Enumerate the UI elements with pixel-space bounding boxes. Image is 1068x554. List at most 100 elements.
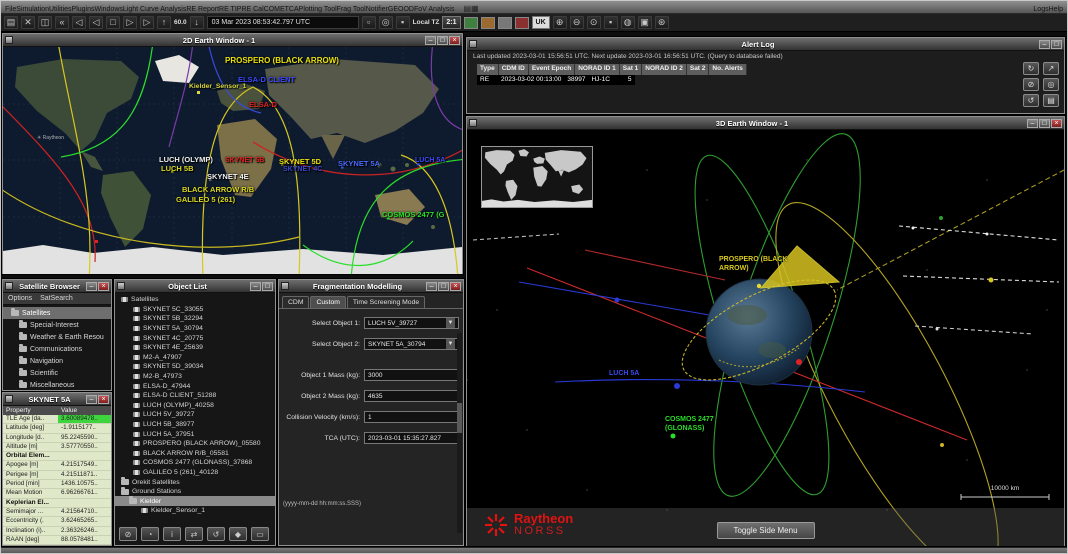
minimize-button[interactable]: – bbox=[1039, 40, 1050, 49]
scrollbar[interactable] bbox=[457, 333, 462, 533]
maximize-button[interactable]: □ bbox=[438, 282, 449, 291]
object-list-item[interactable]: SKYNET 4C_20775 bbox=[115, 333, 275, 343]
alert-action-button[interactable]: ⊘ bbox=[1023, 78, 1039, 91]
alert-log-titlebar[interactable]: Alert Log – □ bbox=[467, 38, 1064, 51]
menu-item[interactable]: Plotting Tool bbox=[299, 6, 337, 13]
object-list-item[interactable]: LUCH 5B_38977 bbox=[115, 420, 275, 430]
value-input[interactable]: 4635 bbox=[364, 390, 459, 402]
alert-table-row[interactable]: RE2023-03-02 00:13:0038997HJ-1C5 bbox=[477, 75, 635, 85]
object-select[interactable]: SKYNET 5A_30794 ▼ bbox=[364, 338, 459, 350]
object-list-titlebar[interactable]: Object List – □ bbox=[115, 280, 275, 293]
value-input[interactable]: 3000 bbox=[364, 369, 459, 381]
object-list-item[interactable]: ELSA-D CLIENT_51288 bbox=[115, 391, 275, 401]
close-button[interactable]: × bbox=[98, 282, 109, 291]
chevron-down-icon[interactable]: ▼ bbox=[446, 339, 455, 349]
view-icon[interactable]: ▣ bbox=[638, 16, 652, 29]
menu-item-right[interactable]: Logs bbox=[1033, 6, 1048, 13]
playback-icon[interactable]: ▷ bbox=[140, 16, 154, 29]
object-list-item[interactable]: SKYNET 5A_30794 bbox=[115, 324, 275, 334]
3d-earth-view[interactable]: PROSPERO (BLACK ARROW)LUCH 5ACOSMOS 2477… bbox=[467, 130, 1064, 546]
tab[interactable]: CDM bbox=[282, 296, 309, 308]
property-row[interactable]: Apogee [m] 4.21517549.. bbox=[3, 461, 111, 470]
scrollbar-thumb[interactable] bbox=[457, 403, 462, 433]
menu-item[interactable]: FoV Analysis bbox=[414, 6, 454, 13]
property-row[interactable]: Eccentricity (. 3.62465265.. bbox=[3, 517, 111, 526]
map-style-thumbnail[interactable] bbox=[515, 17, 529, 29]
menu-item[interactable]: Notifier bbox=[366, 6, 388, 13]
property-row-tle[interactable]: TLE Age [da.. 3.60089478.. bbox=[3, 415, 111, 424]
toolbar-toggle-icon[interactable]: ◎ bbox=[379, 16, 393, 29]
column-header[interactable]: Sat 1 bbox=[620, 64, 643, 75]
menu-item[interactable]: Plugins bbox=[72, 6, 95, 13]
tree-category[interactable]: Scientific bbox=[3, 367, 111, 379]
tree-category[interactable]: Weather & Earth Resou bbox=[3, 331, 111, 343]
object-list-tool-button[interactable]: ▭ bbox=[251, 527, 269, 541]
playback-icon[interactable]: ▷ bbox=[123, 16, 137, 29]
object-orekit-satellites[interactable]: Orekit Satellites bbox=[115, 477, 275, 487]
close-button[interactable]: × bbox=[1051, 119, 1062, 128]
minimize-button[interactable]: – bbox=[86, 282, 97, 291]
tree-category[interactable]: Navigation bbox=[3, 355, 111, 367]
map-style-thumbnail[interactable] bbox=[498, 17, 512, 29]
property-row[interactable]: Perigee [m] 4.21511871.. bbox=[3, 471, 111, 480]
satellite-browser-titlebar[interactable]: Satellite Browser – × bbox=[3, 280, 111, 293]
tab[interactable]: Custom bbox=[310, 296, 345, 308]
property-row[interactable]: Period [min] 1436.10575.. bbox=[3, 480, 111, 489]
minimize-button[interactable]: – bbox=[425, 36, 436, 45]
menu-item[interactable]: RE Cal bbox=[241, 6, 263, 13]
object-list-item[interactable]: ELSA-D_47944 bbox=[115, 381, 275, 391]
browser-menu-item[interactable]: SatSearch bbox=[40, 295, 73, 302]
object-select[interactable]: LUCH 5V_39727 ▼ bbox=[364, 317, 459, 329]
uk-region-button[interactable]: UK bbox=[532, 16, 550, 29]
menu-item[interactable]: CA bbox=[289, 6, 299, 13]
object-list-item[interactable]: COSMOS 2477 (GLONASS)_37868 bbox=[115, 458, 275, 468]
menu-icon[interactable]: ▤ bbox=[463, 4, 471, 13]
alert-action-button[interactable]: ↻ bbox=[1023, 62, 1039, 75]
property-row[interactable]: Latitude [deg] -1.9115177.. bbox=[3, 424, 111, 433]
map-style-thumbnail[interactable] bbox=[464, 17, 478, 29]
zoom-icon[interactable]: ⊖ bbox=[570, 16, 584, 29]
maximize-button[interactable]: □ bbox=[1039, 119, 1050, 128]
tree-category[interactable]: Miscellaneous bbox=[3, 379, 111, 390]
playback-icon[interactable]: □ bbox=[106, 16, 120, 29]
column-header[interactable]: Event Epoch bbox=[529, 64, 575, 75]
object-list-item[interactable]: M2-A_47907 bbox=[115, 353, 275, 363]
object-list-item[interactable]: PROSPERO (BLACK ARROW)_05580 bbox=[115, 439, 275, 449]
tree-root-satellites[interactable]: Satellites bbox=[3, 307, 111, 319]
tab[interactable]: Time Screening Mode bbox=[347, 296, 425, 308]
2d-earth-map[interactable]: ✳ Raytheon PROSPERO (BLACK ARROW)ELSA-D … bbox=[3, 47, 462, 274]
speed-down-icon[interactable]: ↓ bbox=[190, 16, 204, 29]
object-list-item[interactable]: SKYNET 5C_33055 bbox=[115, 305, 275, 315]
minimize-button[interactable]: – bbox=[1027, 119, 1038, 128]
close-button[interactable]: × bbox=[98, 395, 109, 404]
object-list-tool-button[interactable]: ↺ bbox=[207, 527, 225, 541]
toolbar-icon[interactable]: ✕ bbox=[21, 16, 35, 29]
object-list-item[interactable]: SKYNET 4E_25639 bbox=[115, 343, 275, 353]
column-header[interactable]: NORAD ID 1 bbox=[575, 64, 620, 75]
object-list-item[interactable]: M2-B_47973 bbox=[115, 372, 275, 382]
tree-category[interactable]: Special-Interest bbox=[3, 319, 111, 331]
object-ground-stations[interactable]: Ground Stations bbox=[115, 487, 275, 497]
aspect-ratio-button[interactable]: 2:1 bbox=[442, 16, 460, 29]
object-list-item[interactable]: LUCH 5V_39727 bbox=[115, 410, 275, 420]
menu-item[interactable]: Light Curve Analysis bbox=[123, 6, 186, 13]
menu-item[interactable]: Windows bbox=[95, 6, 123, 13]
column-header[interactable]: NORAD ID 2 bbox=[642, 64, 687, 75]
column-header[interactable]: Type bbox=[477, 64, 499, 75]
property-row[interactable]: Inclination (i).. 2.36326246.. bbox=[3, 527, 111, 536]
object-list-item[interactable]: GALILEO 5 (261)_40128 bbox=[115, 468, 275, 478]
object-list-item[interactable]: SKYNET 5D_39034 bbox=[115, 362, 275, 372]
simulation-time-field[interactable]: 03 Mar 2023 08:53:42.797 UTC bbox=[207, 16, 359, 29]
view-icon[interactable]: ▪ bbox=[604, 16, 618, 29]
menu-item[interactable]: RE Report bbox=[186, 6, 219, 13]
minimap-inset[interactable] bbox=[481, 146, 593, 208]
toolbar-icon[interactable]: ◫ bbox=[38, 16, 52, 29]
properties-titlebar[interactable]: SKYNET 5A – × bbox=[3, 393, 111, 406]
toolbar-toggle-icon[interactable]: ▫ bbox=[362, 16, 376, 29]
view-icon[interactable]: ⊛ bbox=[655, 16, 669, 29]
object-list-item[interactable]: SKYNET 5B_32294 bbox=[115, 314, 275, 324]
map-style-thumbnail[interactable] bbox=[481, 17, 495, 29]
maximize-button[interactable]: □ bbox=[1051, 40, 1062, 49]
object-list-tool-button[interactable]: ⇄ bbox=[185, 527, 203, 541]
toolbar-icon[interactable]: ▤ bbox=[4, 16, 18, 29]
